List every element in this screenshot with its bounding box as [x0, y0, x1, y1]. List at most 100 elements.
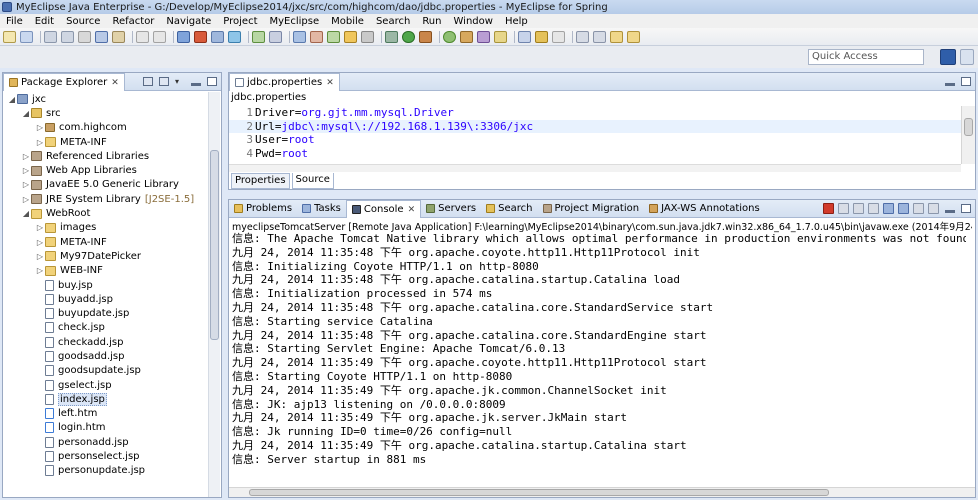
menu-myeclipse[interactable]: MyEclipse	[270, 16, 320, 27]
menu-window[interactable]: Window	[454, 16, 493, 27]
new-project-icon[interactable]	[20, 30, 33, 43]
tree-item[interactable]: login.htm	[3, 421, 208, 435]
code-line[interactable]: 1 Driver = org.gjt.mm.mysql.Driver	[229, 106, 961, 120]
tree-item[interactable]: personadd.jsp	[3, 435, 208, 449]
remove-launch-icon[interactable]	[838, 203, 849, 214]
quick-access-input[interactable]: Quick Access	[808, 49, 924, 65]
show-on-output-icon[interactable]	[883, 203, 894, 214]
display-console-icon[interactable]	[913, 203, 924, 214]
tree-item[interactable]: ▷ com.highcom	[3, 121, 208, 135]
search-tool-icon[interactable]	[269, 30, 282, 43]
tree-item[interactable]: personupdate.jsp	[3, 464, 208, 478]
tree-item[interactable]: index.jsp	[3, 392, 208, 406]
maximize-icon[interactable]	[207, 77, 217, 86]
view-menu-icon[interactable]: ▾	[175, 77, 185, 86]
minimize-icon[interactable]	[945, 210, 955, 213]
open-task-icon[interactable]	[494, 30, 507, 43]
link-editor-icon[interactable]	[159, 77, 169, 86]
tab-tasks[interactable]: Tasks	[297, 200, 346, 217]
prev-annotation-icon[interactable]	[593, 30, 606, 43]
tool-a-icon[interactable]	[293, 30, 306, 43]
java-perspective-icon[interactable]	[960, 49, 974, 65]
next-annotation-icon[interactable]	[576, 30, 589, 43]
menu-edit[interactable]: Edit	[35, 16, 54, 27]
db-icon[interactable]	[211, 30, 224, 43]
save-icon[interactable]	[44, 30, 57, 43]
tree-item[interactable]: ▷ JRE System Library [J2SE-1.5]	[3, 192, 208, 206]
tree-item[interactable]: goodsadd.jsp	[3, 349, 208, 363]
tree-item[interactable]: ▷ images	[3, 221, 208, 235]
tree-item[interactable]: buy.jsp	[3, 278, 208, 292]
redo-icon[interactable]	[153, 30, 166, 43]
tab-jax-ws-annotations[interactable]: JAX-WS Annotations	[644, 200, 765, 217]
menu-mobile[interactable]: Mobile	[331, 16, 364, 27]
expand-toggle-icon[interactable]: ▷	[35, 138, 45, 147]
menu-run[interactable]: Run	[422, 16, 441, 27]
tab-search[interactable]: Search	[481, 200, 537, 217]
annotation-icon[interactable]	[535, 30, 548, 43]
tree-item[interactable]: buyadd.jsp	[3, 292, 208, 306]
tree-item[interactable]: ▷ META-INF	[3, 235, 208, 249]
console-output[interactable]: 信息: The Apache Tomcat Native library whi…	[232, 232, 966, 488]
clear-console-icon[interactable]	[853, 203, 864, 214]
code-editor[interactable]: 1 Driver = org.gjt.mm.mysql.Driver 2 Url = jdbc…	[229, 106, 961, 164]
expand-toggle-icon[interactable]: ◢	[7, 95, 17, 104]
tree-item[interactable]: checkadd.jsp	[3, 335, 208, 349]
menu-refactor[interactable]: Refactor	[112, 16, 154, 27]
tool-b-icon[interactable]	[310, 30, 323, 43]
menu-search[interactable]: Search	[376, 16, 410, 27]
editor-scrollbar[interactable]	[961, 106, 975, 164]
maximize-icon[interactable]	[961, 204, 971, 213]
code-line[interactable]: 2 Url = jdbc\:mysql\://192.168.1.139\:3306/…	[229, 119, 961, 133]
tree-item[interactable]: ▷ My97DatePicker	[3, 249, 208, 263]
tree-item[interactable]: ▷ Referenced Libraries	[3, 149, 208, 163]
tool-c-icon[interactable]	[327, 30, 340, 43]
expand-toggle-icon[interactable]: ▷	[21, 195, 31, 204]
expand-toggle-icon[interactable]: ▷	[35, 238, 45, 247]
tree-item[interactable]: personselect.jsp	[3, 449, 208, 463]
expand-toggle-icon[interactable]: ◢	[21, 109, 31, 118]
tab-problems[interactable]: Problems	[229, 200, 297, 217]
code-line[interactable]: 3 User = root	[229, 133, 961, 147]
expand-toggle-icon[interactable]: ▷	[35, 223, 45, 232]
back-icon[interactable]	[610, 30, 623, 43]
forward-icon[interactable]	[627, 30, 640, 43]
open-type-icon[interactable]	[477, 30, 490, 43]
scrollbar-thumb[interactable]	[210, 150, 219, 340]
tree-item[interactable]: buyupdate.jsp	[3, 306, 208, 320]
debug-icon[interactable]	[385, 30, 398, 43]
deploy-icon[interactable]	[177, 30, 190, 43]
package-explorer-scrollbar[interactable]	[208, 92, 220, 497]
menu-project[interactable]: Project	[223, 16, 257, 27]
bookmark-icon[interactable]	[552, 30, 565, 43]
tree-item[interactable]: ◢ jxc	[3, 92, 208, 106]
tree-item[interactable]: left.htm	[3, 407, 208, 421]
expand-toggle-icon[interactable]: ▷	[21, 166, 31, 175]
run-server-icon[interactable]	[194, 30, 207, 43]
tab-properties[interactable]: Properties	[231, 173, 290, 189]
tool-e-icon[interactable]	[361, 30, 374, 43]
scroll-lock-icon[interactable]	[868, 203, 879, 214]
console-horizontal-scrollbar[interactable]	[229, 487, 975, 497]
terminate-icon[interactable]	[823, 203, 834, 214]
tree-item[interactable]: goodsupdate.jsp	[3, 364, 208, 378]
menu-navigate[interactable]: Navigate	[166, 16, 211, 27]
undo-icon[interactable]	[136, 30, 149, 43]
tab-source[interactable]: Source	[291, 173, 334, 189]
expand-toggle-icon[interactable]: ◢	[21, 209, 31, 218]
tree-item[interactable]: ◢ WebRoot	[3, 206, 208, 220]
scrollbar-thumb[interactable]	[249, 489, 829, 496]
close-icon[interactable]: ✕	[111, 78, 119, 88]
myeclipse-perspective-icon[interactable]	[940, 49, 956, 65]
new-class-icon[interactable]	[443, 30, 456, 43]
expand-toggle-icon[interactable]: ▷	[21, 152, 31, 161]
tab-package-explorer[interactable]: Package Explorer ✕	[3, 73, 125, 91]
new-server-icon[interactable]	[252, 30, 265, 43]
new-icon[interactable]	[3, 30, 16, 43]
maximize-icon[interactable]	[961, 77, 971, 86]
toggle-mark-icon[interactable]	[95, 30, 108, 43]
tab-jdbc-properties[interactable]: jdbc.properties ✕	[229, 73, 340, 91]
menu-source[interactable]: Source	[66, 16, 100, 27]
expand-toggle-icon[interactable]: ▷	[35, 266, 45, 275]
tree-item[interactable]: ▷ WEB-INF	[3, 264, 208, 278]
